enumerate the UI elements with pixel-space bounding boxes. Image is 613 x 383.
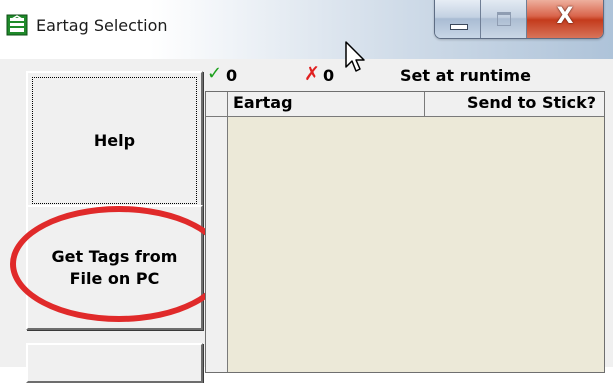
- runtime-label: Set at runtime: [400, 66, 531, 85]
- eartag-grid[interactable]: Eartag Send to Stick?: [205, 91, 605, 373]
- status-row: ✓ 0 ✗ 0 Set at runtime: [203, 59, 613, 89]
- grid-header: Eartag Send to Stick?: [206, 92, 604, 117]
- minimize-icon: [450, 24, 468, 30]
- third-button[interactable]: [26, 343, 203, 383]
- close-icon: X: [556, 4, 574, 29]
- minimize-button[interactable]: [435, 0, 481, 38]
- highlight-circle: [10, 206, 228, 322]
- focus-rectangle: [32, 77, 197, 204]
- title-bar[interactable]: Eartag Selection X: [0, 0, 613, 59]
- row-selector-column: [206, 117, 228, 372]
- left-button-panel: Help Get Tags from File on PC: [0, 59, 228, 383]
- tag-list-panel: ✓ 0 ✗ 0 Set at runtime Eartag Send to St…: [203, 59, 613, 373]
- maximize-icon: [497, 12, 511, 26]
- help-button[interactable]: Help: [26, 71, 203, 210]
- row-selector-header[interactable]: [206, 92, 228, 116]
- client-area: Help Get Tags from File on PC ✓ 0 ✗ 0 Se…: [0, 59, 613, 383]
- close-button[interactable]: X: [527, 0, 603, 38]
- column-header-eartag[interactable]: Eartag: [228, 92, 425, 116]
- maximize-button[interactable]: [481, 0, 527, 38]
- cross-icon: ✗: [304, 63, 320, 85]
- grid-empty-area: [228, 117, 604, 372]
- eartag-app-icon: [6, 14, 28, 36]
- grid-body: [206, 117, 604, 372]
- window-title: Eartag Selection: [36, 16, 168, 35]
- selected-count: 0: [226, 66, 238, 85]
- check-icon: ✓: [207, 63, 223, 84]
- unselected-count: 0: [323, 66, 335, 85]
- mouse-cursor: [345, 41, 365, 72]
- column-header-send-to-stick[interactable]: Send to Stick?: [425, 92, 604, 116]
- window-controls: X: [434, 0, 604, 39]
